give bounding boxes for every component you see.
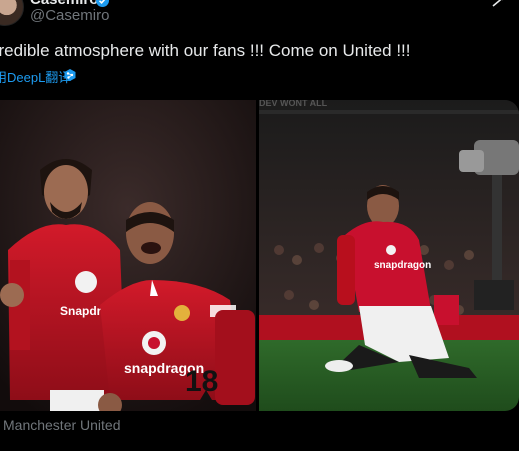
deepl-icon[interactable] (63, 68, 77, 82)
photo-celebration[interactable]: Snapdra snapdragon 18 (0, 100, 256, 411)
photo-knee-slide[interactable]: DEV WONT ALL snapdragon (259, 100, 519, 411)
avatar[interactable] (0, 0, 24, 26)
grok-icon[interactable] (491, 0, 507, 8)
jersey-number: 18 (185, 365, 218, 398)
sponsor-text-right: snapdragon (374, 260, 431, 271)
media-caption[interactable]: Manchester United (3, 417, 121, 433)
handle[interactable]: @Casemiro (30, 7, 109, 24)
translate-link[interactable]: 用DeepL翻译 (0, 67, 71, 86)
tweet-text: credible atmosphere with our fans !!! Co… (0, 41, 411, 60)
verified-badge-icon[interactable] (96, 0, 109, 7)
media-grid: Snapdra snapdragon 18 DEV WONT ALL snapd… (0, 100, 519, 411)
stadium-banner: DEV WONT ALL (259, 100, 328, 108)
tweet-header: Casemiro @Casemiro (0, 0, 519, 30)
